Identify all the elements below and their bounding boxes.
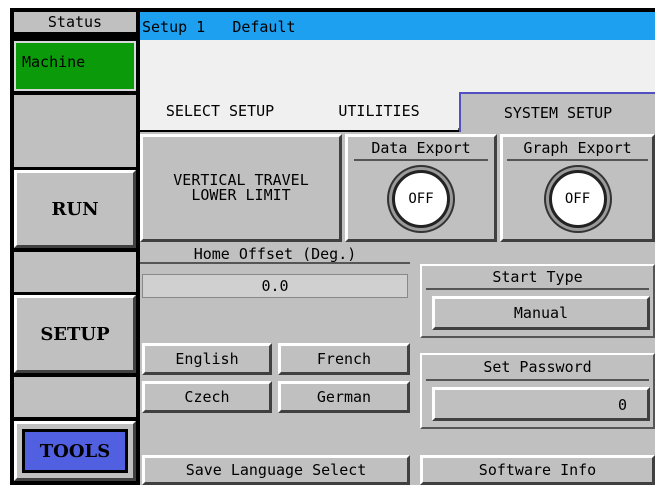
language-english-button[interactable]: English xyxy=(142,343,272,375)
machine-status-badge: Machine xyxy=(14,41,136,91)
tab-utilities[interactable]: UTILITIES xyxy=(300,92,458,130)
set-password-field[interactable]: 0 xyxy=(432,387,650,421)
data-export-label: Data Export xyxy=(354,137,488,161)
set-password-label: Set Password xyxy=(426,355,649,381)
home-offset-value: 0.0 xyxy=(261,277,289,295)
left-spacer-3 xyxy=(14,377,136,417)
start-type-select[interactable]: Manual xyxy=(432,296,650,330)
left-spacer-2 xyxy=(14,252,136,292)
data-export-toggle-knob: OFF xyxy=(392,170,450,228)
save-language-select-label: Save Language Select xyxy=(185,461,367,479)
graph-export-toggle-label: OFF xyxy=(564,191,591,207)
status-label: Status xyxy=(47,13,103,31)
graph-export-label: Graph Export xyxy=(507,137,648,161)
run-button[interactable]: RUN xyxy=(14,170,136,248)
machine-status-label: Machine xyxy=(22,53,86,71)
setup-button-label: SETUP xyxy=(40,323,110,345)
language-czech-label: Czech xyxy=(184,388,230,406)
language-french-button[interactable]: French xyxy=(278,343,410,375)
data-export-button[interactable]: Data Export OFF xyxy=(345,134,497,242)
language-czech-button[interactable]: Czech xyxy=(142,381,272,413)
status-label-box: Status xyxy=(14,12,136,32)
software-info-label: Software Info xyxy=(478,461,597,479)
tools-button-face: TOOLS xyxy=(22,429,128,473)
header-blank-area xyxy=(140,40,655,92)
setup-button[interactable]: SETUP xyxy=(14,295,136,373)
data-export-toggle-label: OFF xyxy=(408,191,434,207)
start-type-group: Start Type Manual xyxy=(420,264,655,338)
graph-export-button[interactable]: Graph Export OFF xyxy=(500,134,655,242)
tab-system-setup[interactable]: SYSTEM SETUP xyxy=(459,92,655,132)
tab-select-setup-label: SELECT SETUP xyxy=(165,102,275,120)
software-info-button[interactable]: Software Info xyxy=(420,455,655,485)
tools-button[interactable]: TOOLS xyxy=(14,421,136,481)
language-french-label: French xyxy=(316,350,372,368)
tools-button-label: TOOLS xyxy=(39,440,111,462)
language-german-label: German xyxy=(316,388,372,406)
tab-select-setup[interactable]: SELECT SETUP xyxy=(140,92,300,130)
screen-frame: Status Machine RUN SETUP TOOLS Setup 1 D… xyxy=(10,8,655,485)
set-password-group: Set Password 0 xyxy=(420,353,655,429)
home-offset-field[interactable]: 0.0 xyxy=(142,274,408,298)
vertical-travel-lower-limit-button[interactable]: VERTICAL TRAVEL LOWER LIMIT xyxy=(140,134,342,242)
language-german-button[interactable]: German xyxy=(278,381,410,413)
tab-utilities-label: UTILITIES xyxy=(338,102,420,120)
graph-export-toggle-knob: OFF xyxy=(548,170,607,228)
start-type-value: Manual xyxy=(513,304,569,322)
language-english-label: English xyxy=(175,350,239,368)
tab-system-setup-label: SYSTEM SETUP xyxy=(503,104,613,122)
vertical-travel-line2: LOWER LIMIT xyxy=(191,186,291,204)
header-setup: Setup 1 xyxy=(142,18,206,36)
save-language-select-button[interactable]: Save Language Select xyxy=(142,455,410,485)
run-button-label: RUN xyxy=(51,198,99,220)
header-profile: Default xyxy=(232,18,296,36)
start-type-label: Start Type xyxy=(426,266,649,290)
set-password-value: 0 xyxy=(617,396,627,414)
home-offset-label: Home Offset (Deg.) xyxy=(140,245,410,264)
left-spacer-1 xyxy=(14,95,136,167)
header-bar: Setup 1 Default xyxy=(140,12,655,40)
